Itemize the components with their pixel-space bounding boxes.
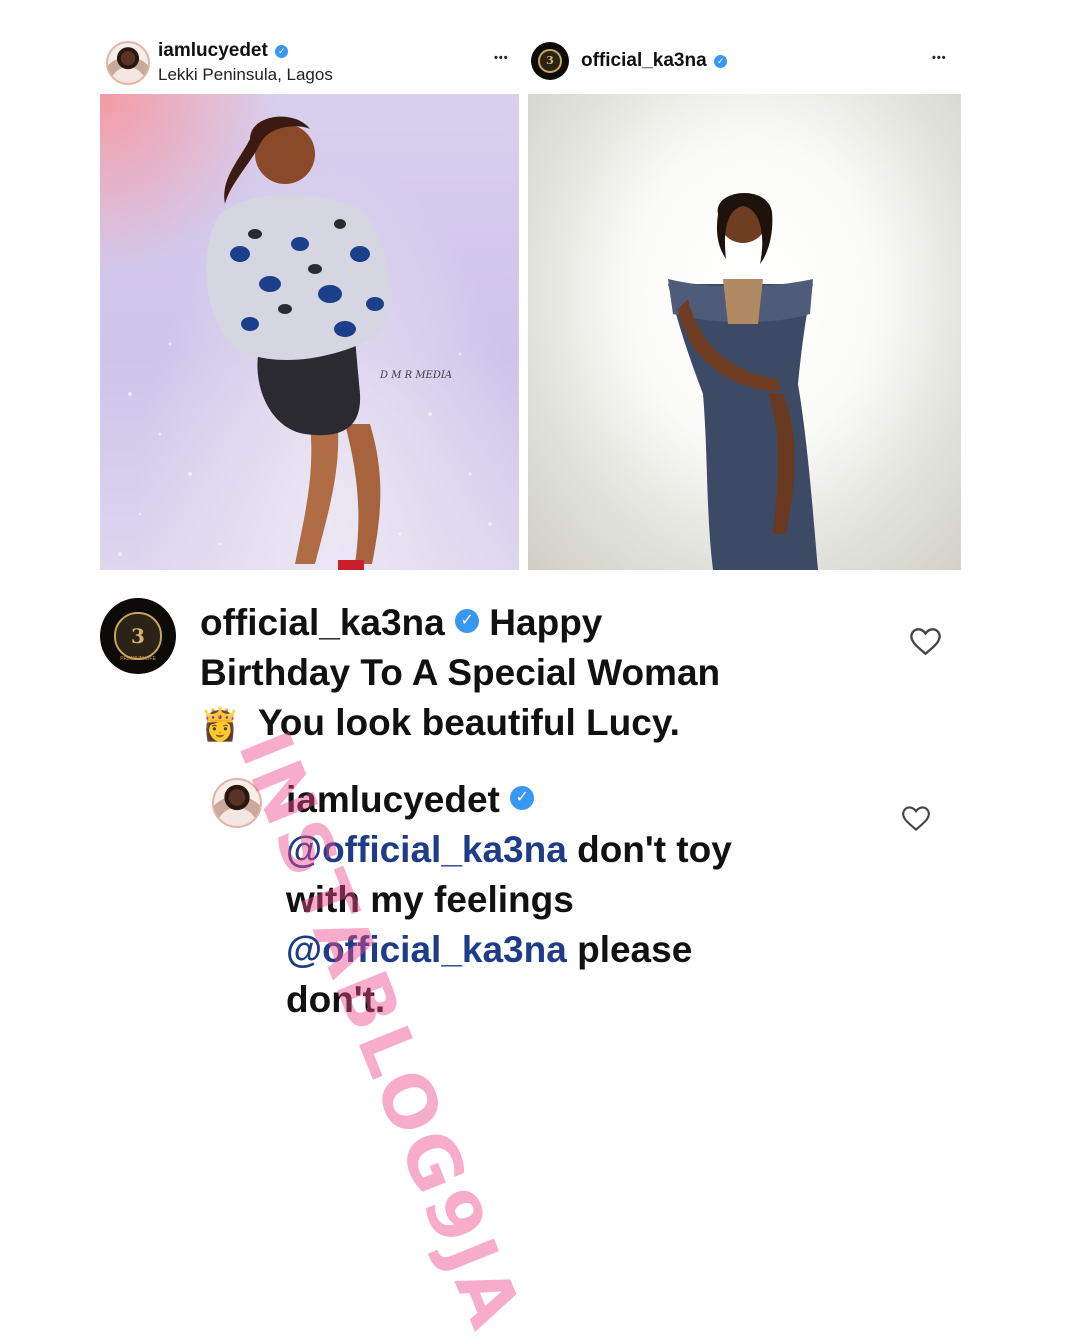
post-left-header: iamlucyedet ✓ Lekki Peninsula, Lagos: [158, 40, 333, 85]
comment-text-part: Happy: [489, 602, 603, 643]
comment-username[interactable]: official_ka3na: [200, 602, 445, 643]
post-right-username[interactable]: official_ka3na: [581, 50, 707, 71]
reply-like-heart-icon[interactable]: [902, 806, 930, 831]
comment-line-1: official_ka3na ✓ Happy: [200, 598, 860, 648]
post-left-avatar[interactable]: [106, 41, 150, 85]
woman-in-velvet-gown-illustration: [668, 193, 818, 570]
reply-line-1: iamlucyedet ✓: [286, 775, 846, 825]
post-left-more-icon[interactable]: •••: [494, 52, 509, 64]
post-left-location[interactable]: Lekki Peninsula, Lagos: [158, 65, 333, 85]
post-right-photo[interactable]: [528, 94, 961, 570]
princess-emoji-icon: 👸: [200, 706, 240, 742]
post-right-avatar[interactable]: 3: [531, 42, 569, 80]
comment-line-2: Birthday To A Special Woman: [200, 652, 721, 693]
post-right-more-icon[interactable]: •••: [932, 52, 947, 64]
verified-badge-icon: ✓: [455, 609, 480, 634]
post-left-photo[interactable]: D M R MEDIA: [100, 94, 519, 570]
comment-like-heart-icon[interactable]: [910, 628, 941, 655]
verified-badge-icon: ✓: [275, 45, 289, 59]
post-left-username[interactable]: iamlucyedet: [158, 40, 268, 61]
reply-line-2: @official_ka3na don't toy: [286, 829, 732, 870]
photo-credit: D M R MEDIA: [380, 370, 453, 381]
verified-badge-icon: ✓: [510, 786, 535, 811]
post-right-header: official_ka3na ✓: [581, 50, 728, 72]
ka3na-logo-icon: 3: [538, 49, 562, 73]
woman-in-fur-jacket-illustration: [118, 116, 492, 570]
ka3na-logo-subtext: PREMIUM LIFE: [120, 656, 156, 662]
comment-avatar[interactable]: 3: [100, 598, 176, 674]
ka3na-logo-icon: 3: [114, 612, 162, 660]
verified-badge-icon: ✓: [714, 55, 728, 69]
